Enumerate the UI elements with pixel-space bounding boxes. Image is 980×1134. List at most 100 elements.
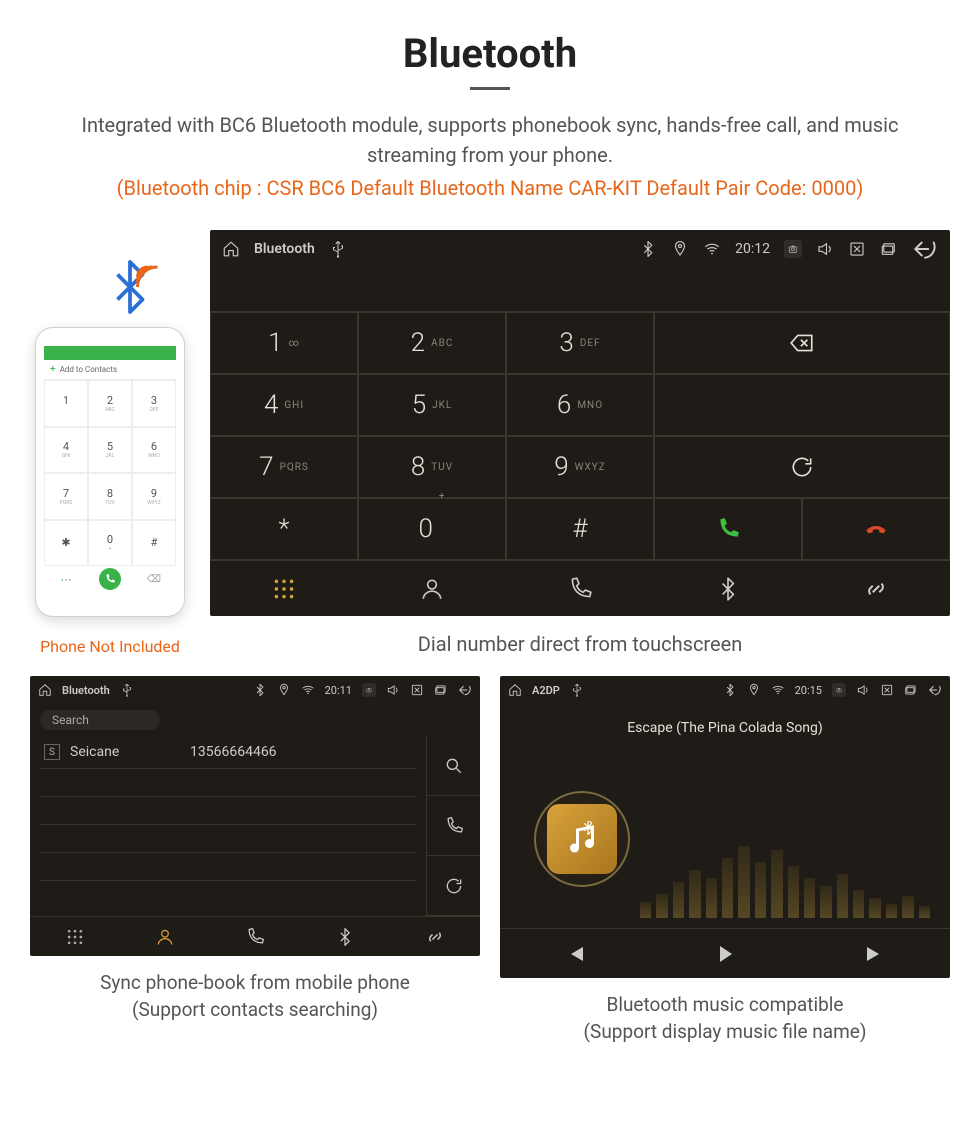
title-underline — [470, 87, 510, 90]
hangup-button[interactable] — [802, 498, 950, 560]
phonebook-caption-l2: (Support contacts searching) — [30, 997, 480, 1024]
key-6[interactable]: 6MNO — [506, 374, 654, 436]
tab-pair[interactable] — [802, 561, 950, 616]
wifi-icon — [771, 683, 785, 697]
key-2[interactable]: 2ABC — [358, 312, 506, 374]
key-5[interactable]: 5JKL — [358, 374, 506, 436]
usb-icon — [570, 683, 584, 697]
status-time: 20:12 — [735, 241, 770, 257]
camera-icon[interactable] — [832, 683, 846, 697]
recent-apps-icon[interactable] — [880, 240, 898, 258]
usb-icon — [120, 683, 134, 697]
key-hash[interactable]: # — [506, 498, 654, 560]
volume-icon[interactable] — [816, 240, 834, 258]
status-title: Bluetooth — [62, 684, 110, 697]
bluetooth-logo-icon — [100, 257, 160, 317]
equalizer-bars — [640, 838, 930, 918]
page-title: Bluetooth — [30, 30, 950, 77]
bluetooth-icon — [253, 683, 267, 697]
phone-topbar — [44, 346, 176, 360]
page-description: Integrated with BC6 Bluetooth module, su… — [40, 110, 940, 170]
dialer-caption: Dial number direct from touchscreen — [210, 632, 950, 656]
wifi-icon — [703, 240, 721, 258]
phone-add-contacts-label: Add to Contacts — [60, 365, 117, 374]
camera-icon[interactable] — [362, 683, 376, 697]
close-app-icon[interactable] — [410, 683, 424, 697]
album-art — [534, 791, 630, 887]
key-4[interactable]: 4GHI — [210, 374, 358, 436]
list-item — [40, 825, 416, 853]
music-caption-l2: (Support display music file name) — [500, 1019, 950, 1046]
back-icon[interactable] — [458, 683, 472, 697]
recent-apps-icon[interactable] — [904, 683, 918, 697]
call-side-button[interactable] — [427, 796, 480, 856]
bluetooth-icon — [723, 683, 737, 697]
tab-bluetooth[interactable] — [654, 561, 802, 616]
tab-pair[interactable] — [390, 917, 480, 956]
home-icon[interactable] — [38, 683, 52, 697]
key-1[interactable]: 1∞ — [210, 312, 358, 374]
phone-add-contacts: + Add to Contacts — [44, 360, 176, 380]
refresh-side-button[interactable] — [427, 856, 480, 916]
home-icon[interactable] — [508, 683, 522, 697]
search-button[interactable] — [427, 736, 480, 796]
prev-button[interactable] — [563, 942, 587, 966]
status-time: 20:15 — [795, 684, 822, 697]
camera-icon[interactable] — [784, 240, 802, 258]
tab-calls[interactable] — [210, 917, 300, 956]
list-item — [40, 853, 416, 881]
contact-name: Seicane — [70, 744, 180, 760]
tab-keypad[interactable] — [30, 917, 120, 956]
home-icon[interactable] — [222, 240, 240, 258]
contact-number: 13566664466 — [190, 744, 277, 760]
backspace-button[interactable] — [654, 312, 950, 374]
tab-contacts[interactable] — [120, 917, 210, 956]
contact-row[interactable]: S Seicane 13566664466 — [40, 736, 416, 769]
bluetooth-icon — [639, 240, 657, 258]
status-title: A2DP — [532, 684, 560, 697]
play-button[interactable] — [713, 942, 737, 966]
key-blank-1 — [654, 374, 950, 436]
phone-small-keypad: 1 2ABC3DEF 4GHI5JKL6MNO 7PQRS8TUV9WXYZ ✱… — [44, 380, 176, 566]
search-input[interactable]: Search — [40, 710, 160, 730]
refresh-button[interactable] — [654, 436, 950, 498]
location-icon — [671, 240, 689, 258]
music-caption-l1: Bluetooth music compatible — [500, 992, 950, 1019]
key-7[interactable]: 7PQRS — [210, 436, 358, 498]
location-icon — [747, 683, 761, 697]
phone-caption: Phone Not Included — [40, 637, 180, 656]
volume-icon[interactable] — [386, 683, 400, 697]
music-panel: A2DP 20:15 Escape (The Pina Colada Song) — [500, 676, 950, 978]
key-8[interactable]: 8TUV — [358, 436, 506, 498]
volume-icon[interactable] — [856, 683, 870, 697]
tab-keypad[interactable] — [210, 561, 358, 616]
key-0[interactable]: 0+ — [358, 498, 506, 560]
contact-initial: S — [44, 744, 60, 760]
list-item — [40, 769, 416, 797]
key-star[interactable]: * — [210, 498, 358, 560]
status-title: Bluetooth — [254, 241, 315, 257]
tab-calls[interactable] — [506, 561, 654, 616]
recent-apps-icon[interactable] — [434, 683, 448, 697]
page-specs: (Bluetooth chip : CSR BC6 Default Blueto… — [30, 176, 950, 200]
close-app-icon[interactable] — [848, 240, 866, 258]
next-button[interactable] — [863, 942, 887, 966]
location-icon — [277, 683, 291, 697]
tab-bluetooth[interactable] — [300, 917, 390, 956]
key-9[interactable]: 9WXYZ — [506, 436, 654, 498]
phonebook-panel: Bluetooth 20:11 Search — [30, 676, 480, 956]
call-button[interactable] — [654, 498, 802, 560]
phone-mockup: + Add to Contacts 1 2ABC3DEF 4GHI5JKL6MN… — [35, 327, 185, 617]
dialer-panel: Bluetooth 20:12 1∞ 2ABC — [210, 230, 950, 616]
wifi-icon — [301, 683, 315, 697]
back-icon[interactable] — [928, 683, 942, 697]
key-3[interactable]: 3DEF — [506, 312, 654, 374]
back-icon[interactable] — [912, 240, 938, 258]
status-time: 20:11 — [325, 684, 352, 697]
list-item — [40, 797, 416, 825]
phonebook-caption: Sync phone-book from mobile phone (Suppo… — [30, 970, 480, 1023]
track-title: Escape (The Pina Colada Song) — [627, 720, 823, 736]
phone-call-icon — [99, 568, 121, 590]
close-app-icon[interactable] — [880, 683, 894, 697]
tab-contacts[interactable] — [358, 561, 506, 616]
